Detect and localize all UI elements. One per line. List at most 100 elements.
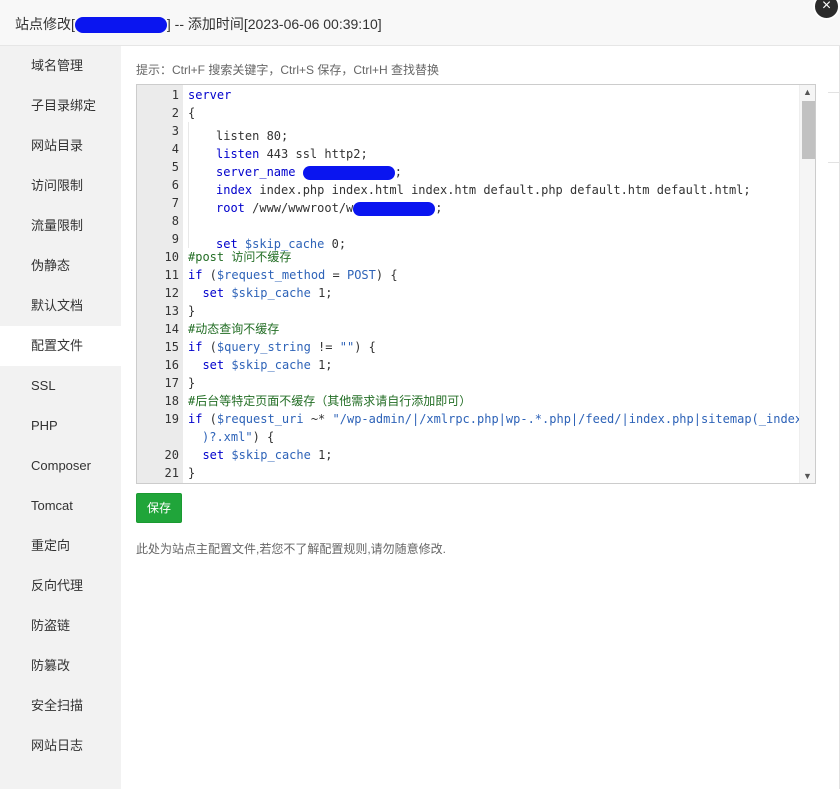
divider — [828, 162, 840, 163]
dialog-title: 站点修改[ ] -- 添加时间[2023-06-06 00:39:10] — [15, 14, 382, 34]
code-comment: #后台等特定页面不缓存（其他需求请自行添加即可） — [188, 394, 472, 408]
code-line: 6 index index.php index.html index.htm d… — [137, 176, 803, 197]
code-text: ) { — [375, 268, 398, 282]
code-text: ) { — [252, 430, 275, 444]
scroll-up-arrow-icon[interactable]: ▲ — [803, 87, 812, 97]
code-text: = — [325, 268, 347, 282]
code-line: 4 listen 443 ssl http2; — [137, 140, 803, 161]
code-line: 10 #post 访问不缓存 — [137, 248, 803, 266]
code-line: 11 if ($request_method = POST) { — [137, 266, 803, 284]
code-text: set — [202, 286, 225, 300]
code-line: 7 root /www/wwwroot/w; — [137, 194, 803, 216]
sidebar-item-access-limit[interactable]: 访问限制 — [0, 166, 121, 206]
code-line: 13 } — [137, 302, 803, 320]
sidebar-item-traffic-limit[interactable]: 流量限制 — [0, 206, 121, 246]
sidebar-item-config-file[interactable]: 配置文件 — [0, 326, 121, 366]
code-line: 15 if ($query_string != "") { — [137, 338, 803, 356]
code-line: 8 — [137, 212, 803, 230]
code-text: $skip_cache — [224, 448, 311, 462]
line-number: 13 — [164, 304, 179, 318]
code-text: != — [310, 340, 340, 354]
title-suffix: ] -- 添加时间[2023-06-06 00:39:10] — [166, 16, 382, 32]
code-line: 21 } — [137, 464, 803, 482]
sidebar-item-tomcat[interactable]: Tomcat — [0, 486, 121, 526]
code-text: set — [202, 448, 225, 462]
line-number: 10 — [164, 250, 179, 264]
code-text: 1; — [310, 358, 333, 372]
code-text: set — [202, 358, 225, 372]
code-text: "/wp-admin/|/xmlrpc.php|wp-.*.php|/feed/… — [332, 412, 803, 426]
sidebar-item-rewrite[interactable]: 伪静态 — [0, 246, 121, 286]
code-line: 18 #后台等特定页面不缓存（其他需求请自行添加即可） — [137, 392, 803, 410]
line-number: 15 — [164, 340, 179, 354]
code-text: } — [188, 466, 196, 480]
code-text: $request_method — [216, 268, 326, 282]
code-text: ) { — [354, 340, 376, 354]
title-prefix: 站点修改[ — [15, 16, 75, 32]
line-number: 8 — [171, 214, 179, 228]
save-button[interactable]: 保存 — [136, 493, 182, 523]
line-number: 9 — [171, 232, 179, 246]
code-text: } — [188, 304, 196, 318]
code-text: ( — [202, 412, 217, 426]
editor-scrollbar[interactable]: ▲ ▼ — [799, 85, 815, 483]
shortcut-tip: 提示：Ctrl+F 搜索关键字，Ctrl+S 保存，Ctrl+H 查找替换 — [136, 63, 440, 77]
sidebar-item-site-log[interactable]: 网站日志 — [0, 726, 121, 766]
code-text: $skip_cache — [224, 286, 311, 300]
code-text: ( — [202, 340, 217, 354]
code-text: )?.xml" — [202, 430, 253, 444]
code-text: $skip_cache — [224, 358, 311, 372]
scroll-down-arrow-icon[interactable]: ▼ — [803, 471, 812, 481]
code-text: 1; — [310, 286, 333, 300]
code-line: 20 set $skip_cache 1; — [137, 446, 803, 464]
code-text: ~* — [303, 412, 333, 426]
sidebar-item-domain[interactable]: 域名管理 — [0, 46, 121, 86]
sidebar-item-site-dir[interactable]: 网站目录 — [0, 126, 121, 166]
code-text: server — [188, 88, 232, 102]
code-line: 9 set $skip_cache 0; — [137, 230, 803, 251]
code-area[interactable]: 1 server 2 { 3 listen 80; 4 listen 443 s… — [137, 86, 803, 482]
line-number: 21 — [164, 466, 179, 480]
sidebar-item-composer[interactable]: Composer — [0, 446, 121, 486]
line-number: 14 — [164, 322, 179, 336]
code-text: } — [188, 376, 196, 390]
sidebar-item-security-scan[interactable]: 安全扫描 — [0, 686, 121, 726]
sidebar-item-hotlink[interactable]: 防盗链 — [0, 606, 121, 646]
sidebar: 域名管理 子目录绑定 网站目录 访问限制 流量限制 伪静态 默认文档 配置文件 … — [0, 46, 121, 789]
code-line: 19 if ($request_uri ~* "/wp-admin/|/xmlr… — [137, 410, 803, 446]
line-number: 11 — [164, 268, 179, 282]
sidebar-item-php[interactable]: PHP — [0, 406, 121, 446]
code-text: if — [188, 340, 203, 354]
code-text: { — [188, 106, 196, 120]
code-line: 14 #动态查询不缓存 — [137, 320, 803, 338]
config-editor[interactable]: 1 server 2 { 3 listen 80; 4 listen 443 s… — [136, 84, 816, 484]
line-number: 12 — [164, 286, 179, 300]
code-comment: #动态查询不缓存 — [188, 322, 280, 336]
code-comment: #post 访问不缓存 — [188, 250, 292, 264]
line-number: 19 — [164, 412, 179, 426]
sidebar-item-reverse-proxy[interactable]: 反向代理 — [0, 566, 121, 606]
code-line: 16 set $skip_cache 1; — [137, 356, 803, 374]
line-number: 2 — [171, 106, 179, 120]
code-line: 1 server — [137, 86, 803, 104]
code-text: ( — [202, 268, 217, 282]
code-text: 1; — [310, 448, 333, 462]
dialog-header: 站点修改[ ] -- 添加时间[2023-06-06 00:39:10] — [0, 0, 840, 46]
sidebar-item-redirect[interactable]: 重定向 — [0, 526, 121, 566]
sidebar-item-subdir-bind[interactable]: 子目录绑定 — [0, 86, 121, 126]
line-number: 6 — [171, 178, 179, 192]
code-text: if — [188, 268, 203, 282]
line-number: 17 — [164, 376, 179, 390]
close-icon: × — [821, 0, 832, 14]
redacted-domain — [74, 17, 167, 34]
line-number: 7 — [171, 196, 179, 210]
line-number: 5 — [171, 160, 179, 174]
config-warning-note: 此处为站点主配置文件,若您不了解配置规则,请勿随意修改. — [136, 542, 447, 556]
code-text: $request_uri — [216, 412, 304, 426]
scroll-thumb[interactable] — [802, 101, 815, 159]
sidebar-item-ssl[interactable]: SSL — [0, 366, 121, 406]
sidebar-item-tamper-proof[interactable]: 防篡改 — [0, 646, 121, 686]
sidebar-item-default-doc[interactable]: 默认文档 — [0, 286, 121, 326]
code-line: 5 server_name ; — [137, 158, 803, 180]
line-number: 16 — [164, 358, 179, 372]
